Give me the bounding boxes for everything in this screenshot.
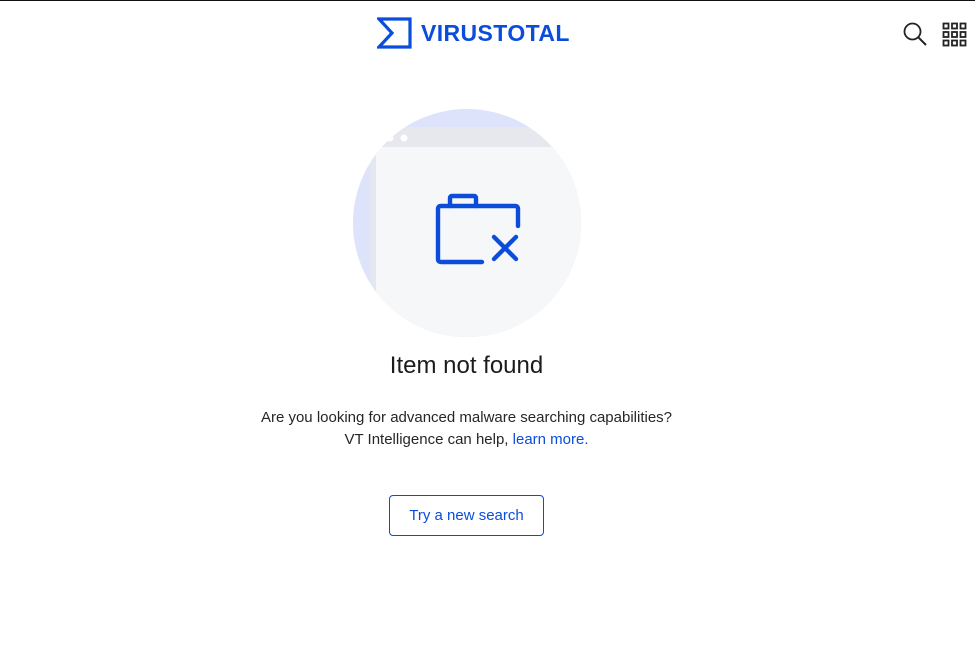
message-line-1: Are you looking for advanced malware sea…	[260, 409, 673, 426]
sigma-logo-icon	[377, 17, 412, 49]
virustotal-logo[interactable]: VIRUSTOTAL	[377, 17, 570, 49]
apps-grid-icon	[942, 22, 966, 46]
message-line-2-suffix: .	[584, 431, 589, 448]
message-line-2: VT Intelligence can help, learn more.	[0, 429, 933, 451]
help-message: Are you looking for advanced malware sea…	[0, 407, 933, 451]
search-icon	[903, 22, 927, 46]
search-button[interactable]	[901, 20, 929, 48]
learn-more-link[interactable]: learn more	[513, 431, 585, 448]
try-new-search-button[interactable]: Try a new search	[389, 495, 544, 536]
page-title: Item not found	[389, 352, 544, 379]
not-found-illustration	[352, 108, 582, 338]
page: VIRUSTOTAL Item not found Are you lookin…	[0, 0, 975, 664]
message-line-2-prefix: VT Intelligence can help,	[344, 431, 513, 448]
logo-text: VIRUSTOTAL	[421, 20, 570, 46]
apps-menu-button[interactable]	[940, 20, 968, 48]
